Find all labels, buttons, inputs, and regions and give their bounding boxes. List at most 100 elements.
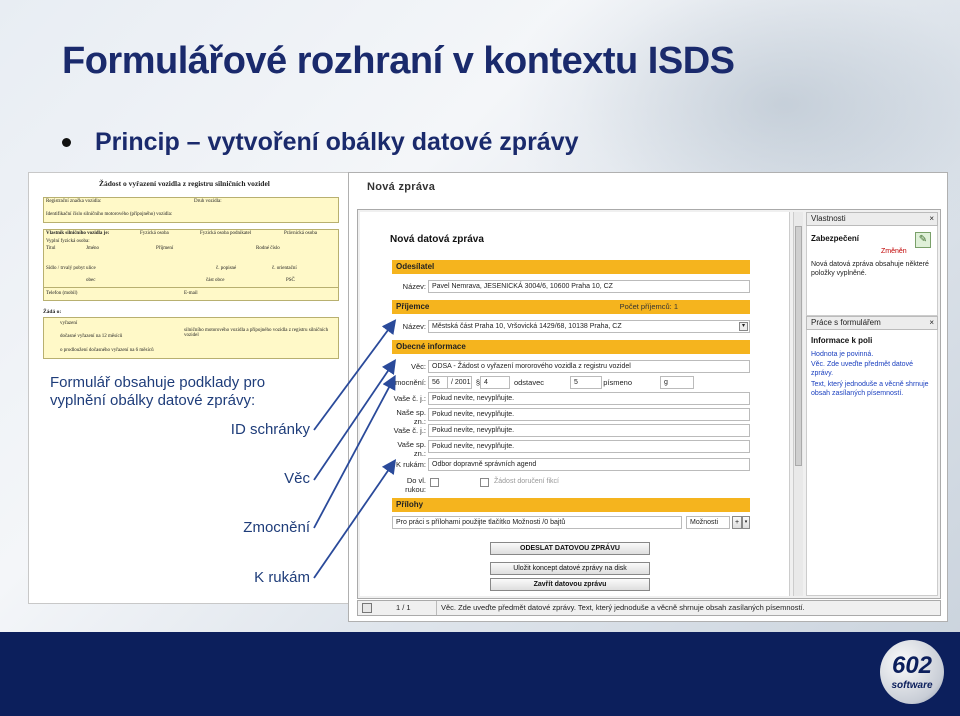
fields-panel-header: Práce s formulářem ×	[806, 316, 938, 330]
send-message-button[interactable]: ODESLAT DATOVOU ZPRÁVU	[490, 542, 650, 555]
paper-label: vyřazení	[60, 321, 78, 326]
your-sp-label: Vaše sp. zn.:	[397, 440, 426, 458]
section-sender: Odesílatel	[392, 260, 750, 274]
paper-label: PSČ	[286, 278, 295, 283]
close-message-button[interactable]: Zavřít datovou zprávu	[490, 578, 650, 591]
dropdown-arrow-icon[interactable]: ▾	[739, 322, 748, 331]
security-text: Nová datová zpráva obsahuje některé polo…	[811, 261, 929, 277]
your-ref-label: Vaše č. j.:	[393, 394, 426, 403]
logo-number: 602	[891, 652, 933, 679]
section-label: Odesílatel	[396, 262, 435, 271]
bullet-icon	[62, 138, 71, 147]
footer-bar	[0, 632, 960, 716]
to-hands-field[interactable]: Odbor dopravně správních agend	[428, 458, 750, 471]
auth-letter-label: písmeno	[603, 378, 632, 387]
field-info-line: Hodnota je povinná.	[811, 351, 874, 358]
paper-label: dočasné vyřazení na 12 měsíců	[60, 334, 123, 339]
close-icon[interactable]: ×	[929, 317, 934, 329]
properties-panel-header: Vlastnosti ×	[806, 212, 938, 226]
app-window: Nová zpráva Nová datová zpráva Odesílate…	[348, 172, 948, 622]
your-sp-field[interactable]: Pokud nevíte, nevyplňujte.	[428, 440, 750, 453]
status-bar: 1 / 1 Věc. Zde uveďte předmět datové zpr…	[357, 600, 941, 616]
auth-law-year[interactable]: / 2001	[448, 376, 472, 389]
properties-panel: Zabezpečení ✎ Změněn Nová datová zpráva …	[806, 226, 938, 316]
add-attachment-button[interactable]: +	[732, 516, 742, 529]
personal-delivery-checkbox[interactable]	[430, 478, 439, 487]
authorization-label: Zmocnění:	[390, 378, 426, 387]
fiction-delivery-checkbox[interactable]	[480, 478, 489, 487]
attachments-dropdown-button[interactable]: ▾	[742, 516, 750, 529]
paper-label: E-mail	[184, 291, 198, 296]
subject-label: Věc:	[410, 362, 426, 371]
paper-label: Telefon (mobil)	[46, 291, 78, 296]
sender-name-field[interactable]: Pavel Nemrava, JESENICKÁ 3004/6, 10600 P…	[428, 280, 750, 293]
paper-form-title: Žádost o vyřazení vozidla z registru sil…	[99, 179, 270, 188]
paper-label: Vlastník silničního vozidla je:	[46, 231, 110, 236]
scrollbar-thumb[interactable]	[795, 226, 802, 466]
our-sp-field[interactable]: Pokud nevíte, nevyplňujte.	[428, 408, 750, 421]
attachments-field: Pro práci s přílohami použijte tlačítko …	[392, 516, 682, 529]
edit-pencil-icon: ✎	[915, 232, 931, 248]
paper-label: Právnická osoba	[284, 231, 317, 236]
paper-label: Příjmení	[156, 246, 174, 251]
app-client-area: Nová datová zpráva Odesílatel Název: Pav…	[357, 209, 941, 599]
bullet-text: Princip – vytvoření obálky datové zprávy	[95, 128, 579, 156]
section-label: Příjemce	[396, 302, 430, 311]
paper-label: Rodné číslo	[256, 246, 280, 251]
auth-letter[interactable]: g	[660, 376, 694, 389]
subject-field[interactable]: ODSA - Žádost o vyřazení mororového vozi…	[428, 360, 750, 373]
paper-label: o prodloužení dočasného vyřazení na 6 mě…	[60, 348, 154, 353]
recipient-name-value: Městská část Praha 10, Vršovická 1429/68…	[432, 323, 622, 330]
changed-status: Změněn	[881, 248, 907, 255]
paper-label: Fyzická osoba podnikatel	[200, 231, 252, 236]
recipient-id-field[interactable]: Městská část Praha 10, Vršovická 1429/68…	[428, 320, 750, 333]
fields-panel-title: Práce s formulářem	[811, 318, 881, 327]
field-info-title: Informace k poli	[811, 336, 873, 345]
recipient-count: Počet příjemců: 1	[619, 302, 678, 311]
your-ref2-field[interactable]: Pokud nevíte, nevyplňujte.	[428, 424, 750, 437]
your-ref2-label: Vaše č. j.:	[393, 426, 426, 435]
window-title: Nová zpráva	[367, 181, 436, 193]
close-icon[interactable]: ×	[929, 213, 934, 225]
auth-paragraph[interactable]: 5	[570, 376, 602, 389]
attachments-options-button[interactable]: Možnosti	[686, 516, 730, 529]
auth-section[interactable]: 4	[480, 376, 510, 389]
page-indicator: 1 / 1	[396, 603, 411, 612]
save-draft-button[interactable]: Uložit koncept datové zprávy na disk	[490, 562, 650, 575]
recipient-name-label: Název:	[402, 322, 426, 331]
paper-label: Vyplní fyzická osoba:	[46, 239, 90, 244]
auth-paragraph-label: odstavec	[513, 378, 544, 387]
label-vec: Věc	[284, 470, 310, 487]
paper-label: Fyzická osoba	[140, 231, 169, 236]
section-general: Obecné informace	[392, 340, 750, 354]
paper-form-row: vyřazení dočasné vyřazení na 12 měsíců o…	[43, 317, 339, 359]
paper-form-row: Registrační značka vozidla: Druh vozidla…	[43, 197, 339, 223]
section-label: Přílohy	[396, 500, 424, 509]
form-title: Nová datová zpráva	[390, 234, 484, 245]
auth-law-number[interactable]: 56	[428, 376, 448, 389]
paper-label: Identifikační číslo silničního motorovéh…	[46, 212, 173, 217]
to-hands-label: K rukám:	[395, 460, 426, 469]
form-scrollbar[interactable]	[793, 212, 803, 596]
bullet-point: Princip – vytvoření obálky datové zprávy	[62, 128, 579, 157]
label-id-schranky: ID schránky	[230, 421, 310, 438]
section-attachments: Přílohy	[392, 498, 750, 512]
security-title: Zabezpečení	[811, 234, 860, 243]
paper-label: Registrační značka vozidla:	[46, 199, 102, 204]
paper-label: Druh vozidla:	[194, 199, 222, 204]
paper-label: Titul	[46, 246, 56, 251]
paper-form-row: Telefon (mobil) E-mail	[43, 287, 339, 301]
paper-label: silničního motorového vozidla a přípojné…	[184, 328, 329, 338]
field-info-line: Věc. Zde uveďte předmět datové zprávy.	[811, 361, 913, 377]
properties-panel-title: Vlastnosti	[811, 214, 846, 223]
our-sp-label: Naše sp. zn.:	[396, 408, 426, 426]
status-message: Věc. Zde uveďte předmět datové zprávy. T…	[436, 601, 805, 615]
auth-section-symbol: §	[475, 378, 480, 387]
your-ref-field[interactable]: Pokud nevíte, nevyplňujte.	[428, 392, 750, 405]
field-info-line: Text, který jednoduše a věcně shrnuje ob…	[811, 381, 929, 397]
label-zmocneni: Zmocnění	[243, 519, 310, 536]
paper-form-row: Vlastník silničního vozidla je: Fyzická …	[43, 229, 339, 295]
logo-word: software	[891, 680, 933, 691]
paper-label: ulice	[86, 266, 96, 271]
slide-title: Formulářové rozhraní v kontextu ISDS	[62, 40, 735, 82]
